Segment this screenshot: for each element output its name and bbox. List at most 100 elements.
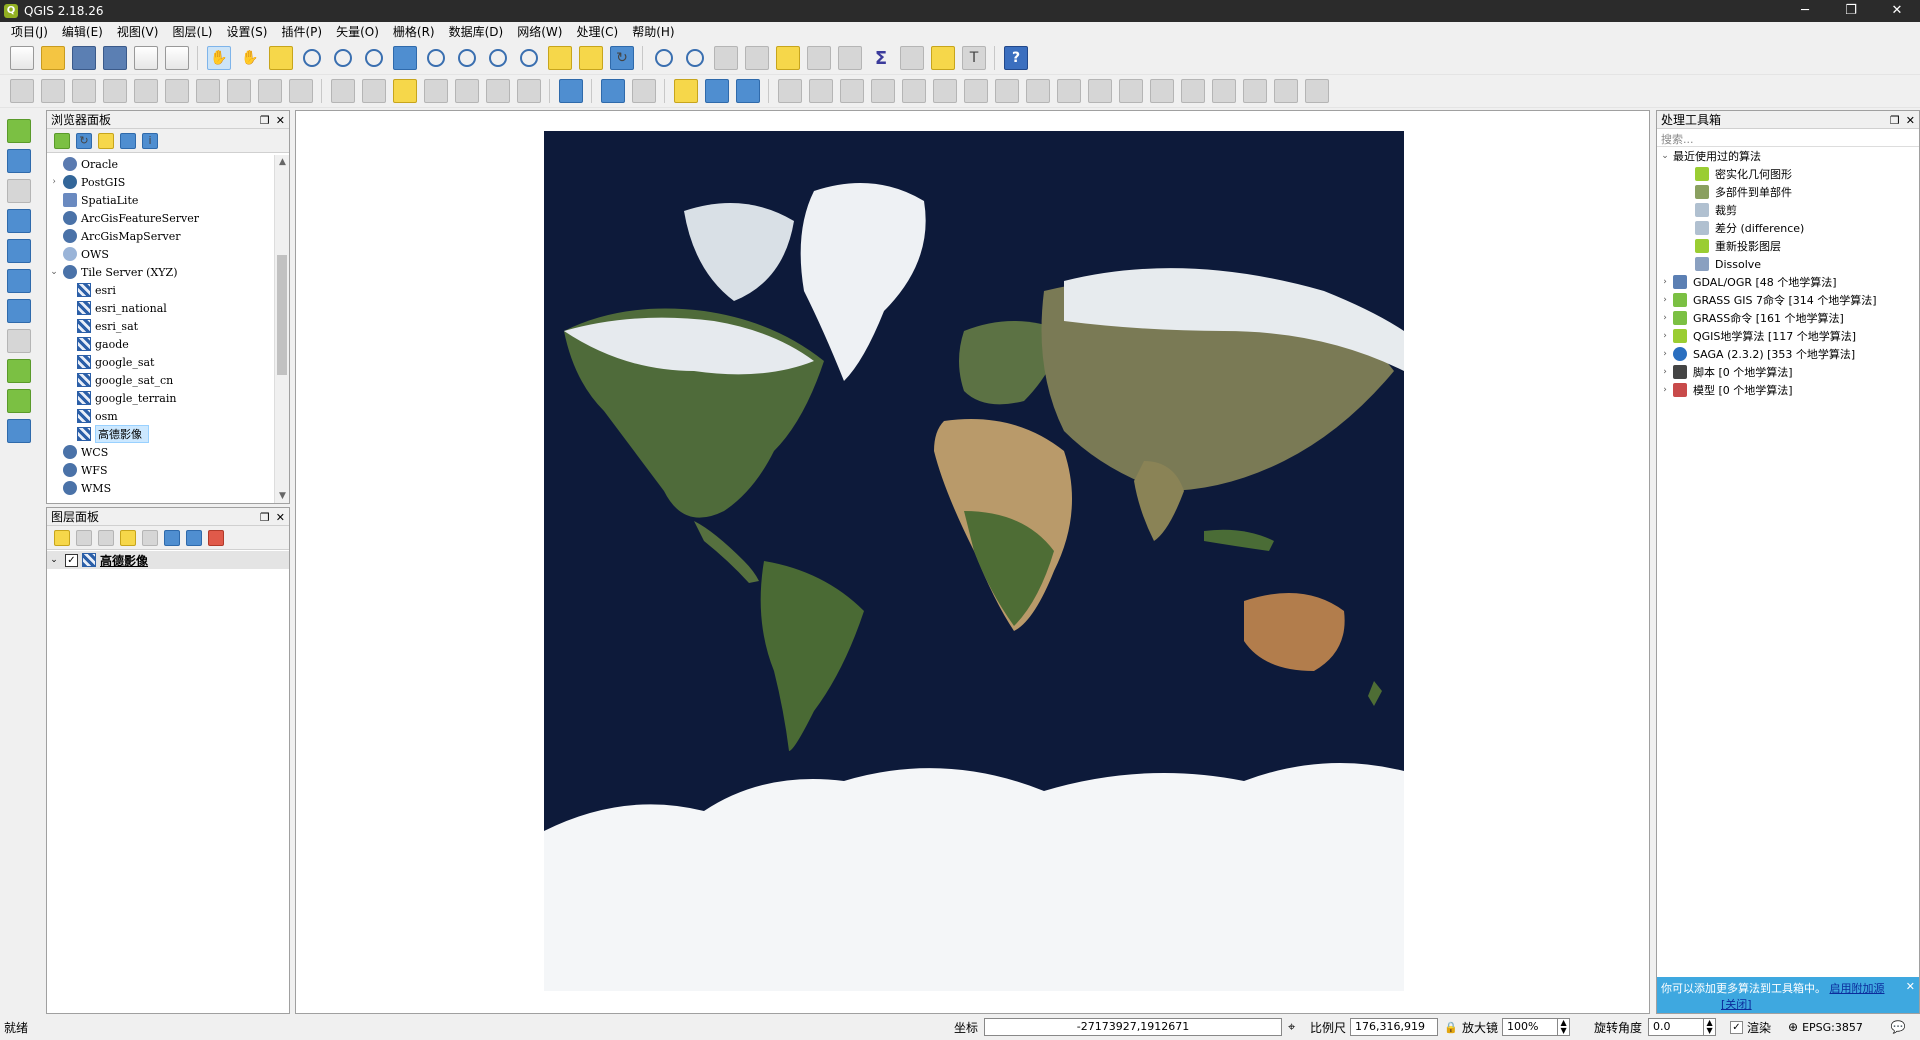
- show-hide-labels-icon[interactable]: [424, 79, 448, 103]
- toggle-extents-icon[interactable]: ⌖: [1288, 1020, 1295, 1035]
- expand-icon[interactable]: ›: [1657, 367, 1673, 377]
- processing-search-input[interactable]: 搜索...: [1657, 129, 1919, 147]
- close-panel-icon[interactable]: ✕: [276, 511, 285, 524]
- gps-tools-icon[interactable]: [736, 79, 760, 103]
- filter-expression-icon[interactable]: [142, 529, 158, 546]
- tree-item-xyz-osm[interactable]: osm: [47, 407, 275, 425]
- pan-to-selection-icon[interactable]: [269, 46, 293, 70]
- add-spatialite-layer-icon[interactable]: [7, 179, 31, 203]
- split-features-icon[interactable]: [1181, 79, 1205, 103]
- copy-features-icon[interactable]: [258, 79, 282, 103]
- zoom-selection-icon[interactable]: [424, 46, 448, 70]
- zoom-native-icon[interactable]: [362, 46, 386, 70]
- lock-scale-icon[interactable]: 🔒: [1444, 1021, 1458, 1034]
- enable-providers-link[interactable]: 启用附加源: [1830, 982, 1885, 995]
- delete-part-icon[interactable]: [1088, 79, 1112, 103]
- new-shapefile-icon[interactable]: [7, 359, 31, 383]
- magnifier-spinner[interactable]: ▲ ▼: [1558, 1018, 1571, 1036]
- close-panel-icon[interactable]: ✕: [1906, 114, 1915, 127]
- select-by-expression-icon[interactable]: [745, 46, 769, 70]
- browser-scrollbar[interactable]: ▲ ▼: [274, 155, 289, 503]
- tree-item-xyz-gaode-imagery[interactable]: 高德影像: [47, 425, 275, 443]
- menu-settings[interactable]: 设置(S): [220, 22, 275, 42]
- expand-icon[interactable]: ›: [47, 177, 61, 187]
- node-tool-icon[interactable]: [134, 79, 158, 103]
- save-as-icon[interactable]: [103, 46, 127, 70]
- show-bookmarks-icon[interactable]: [579, 46, 603, 70]
- float-panel-icon[interactable]: ❐: [260, 114, 270, 127]
- rotate-label-icon[interactable]: [486, 79, 510, 103]
- layer-visibility-checkbox[interactable]: ✓: [65, 553, 78, 567]
- diagram-tool-icon[interactable]: [362, 79, 386, 103]
- menu-database[interactable]: 数据库(D): [442, 22, 511, 42]
- add-selected-layers-icon[interactable]: [54, 132, 70, 149]
- delete-selected-icon[interactable]: [196, 79, 220, 103]
- filter-legend-icon[interactable]: [120, 529, 136, 546]
- scrollbar-thumb[interactable]: [277, 255, 287, 375]
- tree-item-tile-server-xyz[interactable]: ⌄ Tile Server (XYZ): [47, 263, 275, 281]
- merge-attributes-icon[interactable]: [1274, 79, 1298, 103]
- tree-item-xyz-google-sat-cn[interactable]: google_sat_cn: [47, 371, 275, 389]
- layer-item[interactable]: ⌄ ✓ 高德影像: [47, 551, 289, 569]
- provider-scripts[interactable]: › 脚本 [0 个地学算法]: [1657, 363, 1919, 381]
- expand-icon[interactable]: ›: [1657, 385, 1673, 395]
- add-delimited-text-icon[interactable]: [7, 329, 31, 353]
- algorithm-densify[interactable]: 密实化几何图形: [1657, 165, 1919, 183]
- collapse-icon[interactable]: ⌄: [47, 555, 61, 565]
- offset-curve-icon[interactable]: [1150, 79, 1174, 103]
- menu-project[interactable]: 项目(J): [4, 22, 55, 42]
- expand-icon[interactable]: ›: [1657, 331, 1673, 341]
- menu-edit[interactable]: 编辑(E): [55, 22, 110, 42]
- label-tool-icon[interactable]: [331, 79, 355, 103]
- zoom-out-icon[interactable]: [331, 46, 355, 70]
- merge-features-icon[interactable]: [1243, 79, 1267, 103]
- pan-hand-icon[interactable]: ✋: [238, 46, 262, 70]
- zoom-full-icon[interactable]: [393, 46, 417, 70]
- algorithm-clip[interactable]: 裁剪: [1657, 201, 1919, 219]
- menu-plugins[interactable]: 插件(P): [274, 22, 329, 42]
- provider-grass[interactable]: › GRASS命令 [161 个地学算法]: [1657, 309, 1919, 327]
- crs-status[interactable]: EPSG:3857: [1802, 1021, 1863, 1034]
- add-wfs-layer-icon[interactable]: [7, 299, 31, 323]
- composer-manager-icon[interactable]: [165, 46, 189, 70]
- provider-qgis[interactable]: › QGIS地学算法 [117 个地学算法]: [1657, 327, 1919, 345]
- add-feature-icon[interactable]: [103, 79, 127, 103]
- tree-item-xyz-google-terrain[interactable]: google_terrain: [47, 389, 275, 407]
- filter-icon[interactable]: [98, 132, 114, 149]
- digitizing-tool-icon[interactable]: [7, 419, 31, 443]
- style-layer-icon[interactable]: [54, 529, 70, 546]
- delete-ring-icon[interactable]: [1057, 79, 1081, 103]
- menu-vector[interactable]: 矢量(O): [329, 22, 386, 42]
- tree-item-postgis[interactable]: › PostGIS: [47, 173, 275, 191]
- db-manager-icon[interactable]: [559, 79, 583, 103]
- tree-item-arcgis-feature-server[interactable]: ArcGisFeatureServer: [47, 209, 275, 227]
- rotate-point-symbols-icon[interactable]: [1305, 79, 1329, 103]
- menu-processing[interactable]: 处理(C): [569, 22, 625, 42]
- processing-recent-group[interactable]: ⌄ 最近使用过的算法: [1657, 147, 1919, 165]
- tree-item-xyz-google-sat[interactable]: google_sat: [47, 353, 275, 371]
- menu-layer[interactable]: 图层(L): [165, 22, 219, 42]
- float-panel-icon[interactable]: ❐: [1890, 114, 1900, 127]
- identify-icon[interactable]: [652, 46, 676, 70]
- map-tips-icon[interactable]: [931, 46, 955, 70]
- save-edits-icon[interactable]: [72, 79, 96, 103]
- rotation-spinner[interactable]: ▲ ▼: [1704, 1018, 1717, 1036]
- algorithm-reproject-layer[interactable]: 重新投影图层: [1657, 237, 1919, 255]
- help-icon[interactable]: ?: [1004, 46, 1028, 70]
- collapse-all-icon[interactable]: [186, 529, 202, 546]
- enable-tracing-icon[interactable]: [809, 79, 833, 103]
- magnifier-field[interactable]: 100%: [1502, 1018, 1559, 1036]
- select-features-icon[interactable]: [714, 46, 738, 70]
- expand-all-icon[interactable]: [164, 529, 180, 546]
- messages-icon[interactable]: 💬: [1891, 1020, 1906, 1034]
- run-action-icon[interactable]: [683, 46, 707, 70]
- add-raster-layer-icon[interactable]: [7, 149, 31, 173]
- zoom-next-icon[interactable]: [517, 46, 541, 70]
- zoom-in-icon[interactable]: [300, 46, 324, 70]
- cut-features-icon[interactable]: [227, 79, 251, 103]
- redo-icon[interactable]: [871, 79, 895, 103]
- algorithm-dissolve[interactable]: Dissolve: [1657, 255, 1919, 273]
- add-ring-icon[interactable]: [964, 79, 988, 103]
- close-notice-link[interactable]: [关闭]: [1721, 998, 1752, 1011]
- advanced-digitize-icon[interactable]: [778, 79, 802, 103]
